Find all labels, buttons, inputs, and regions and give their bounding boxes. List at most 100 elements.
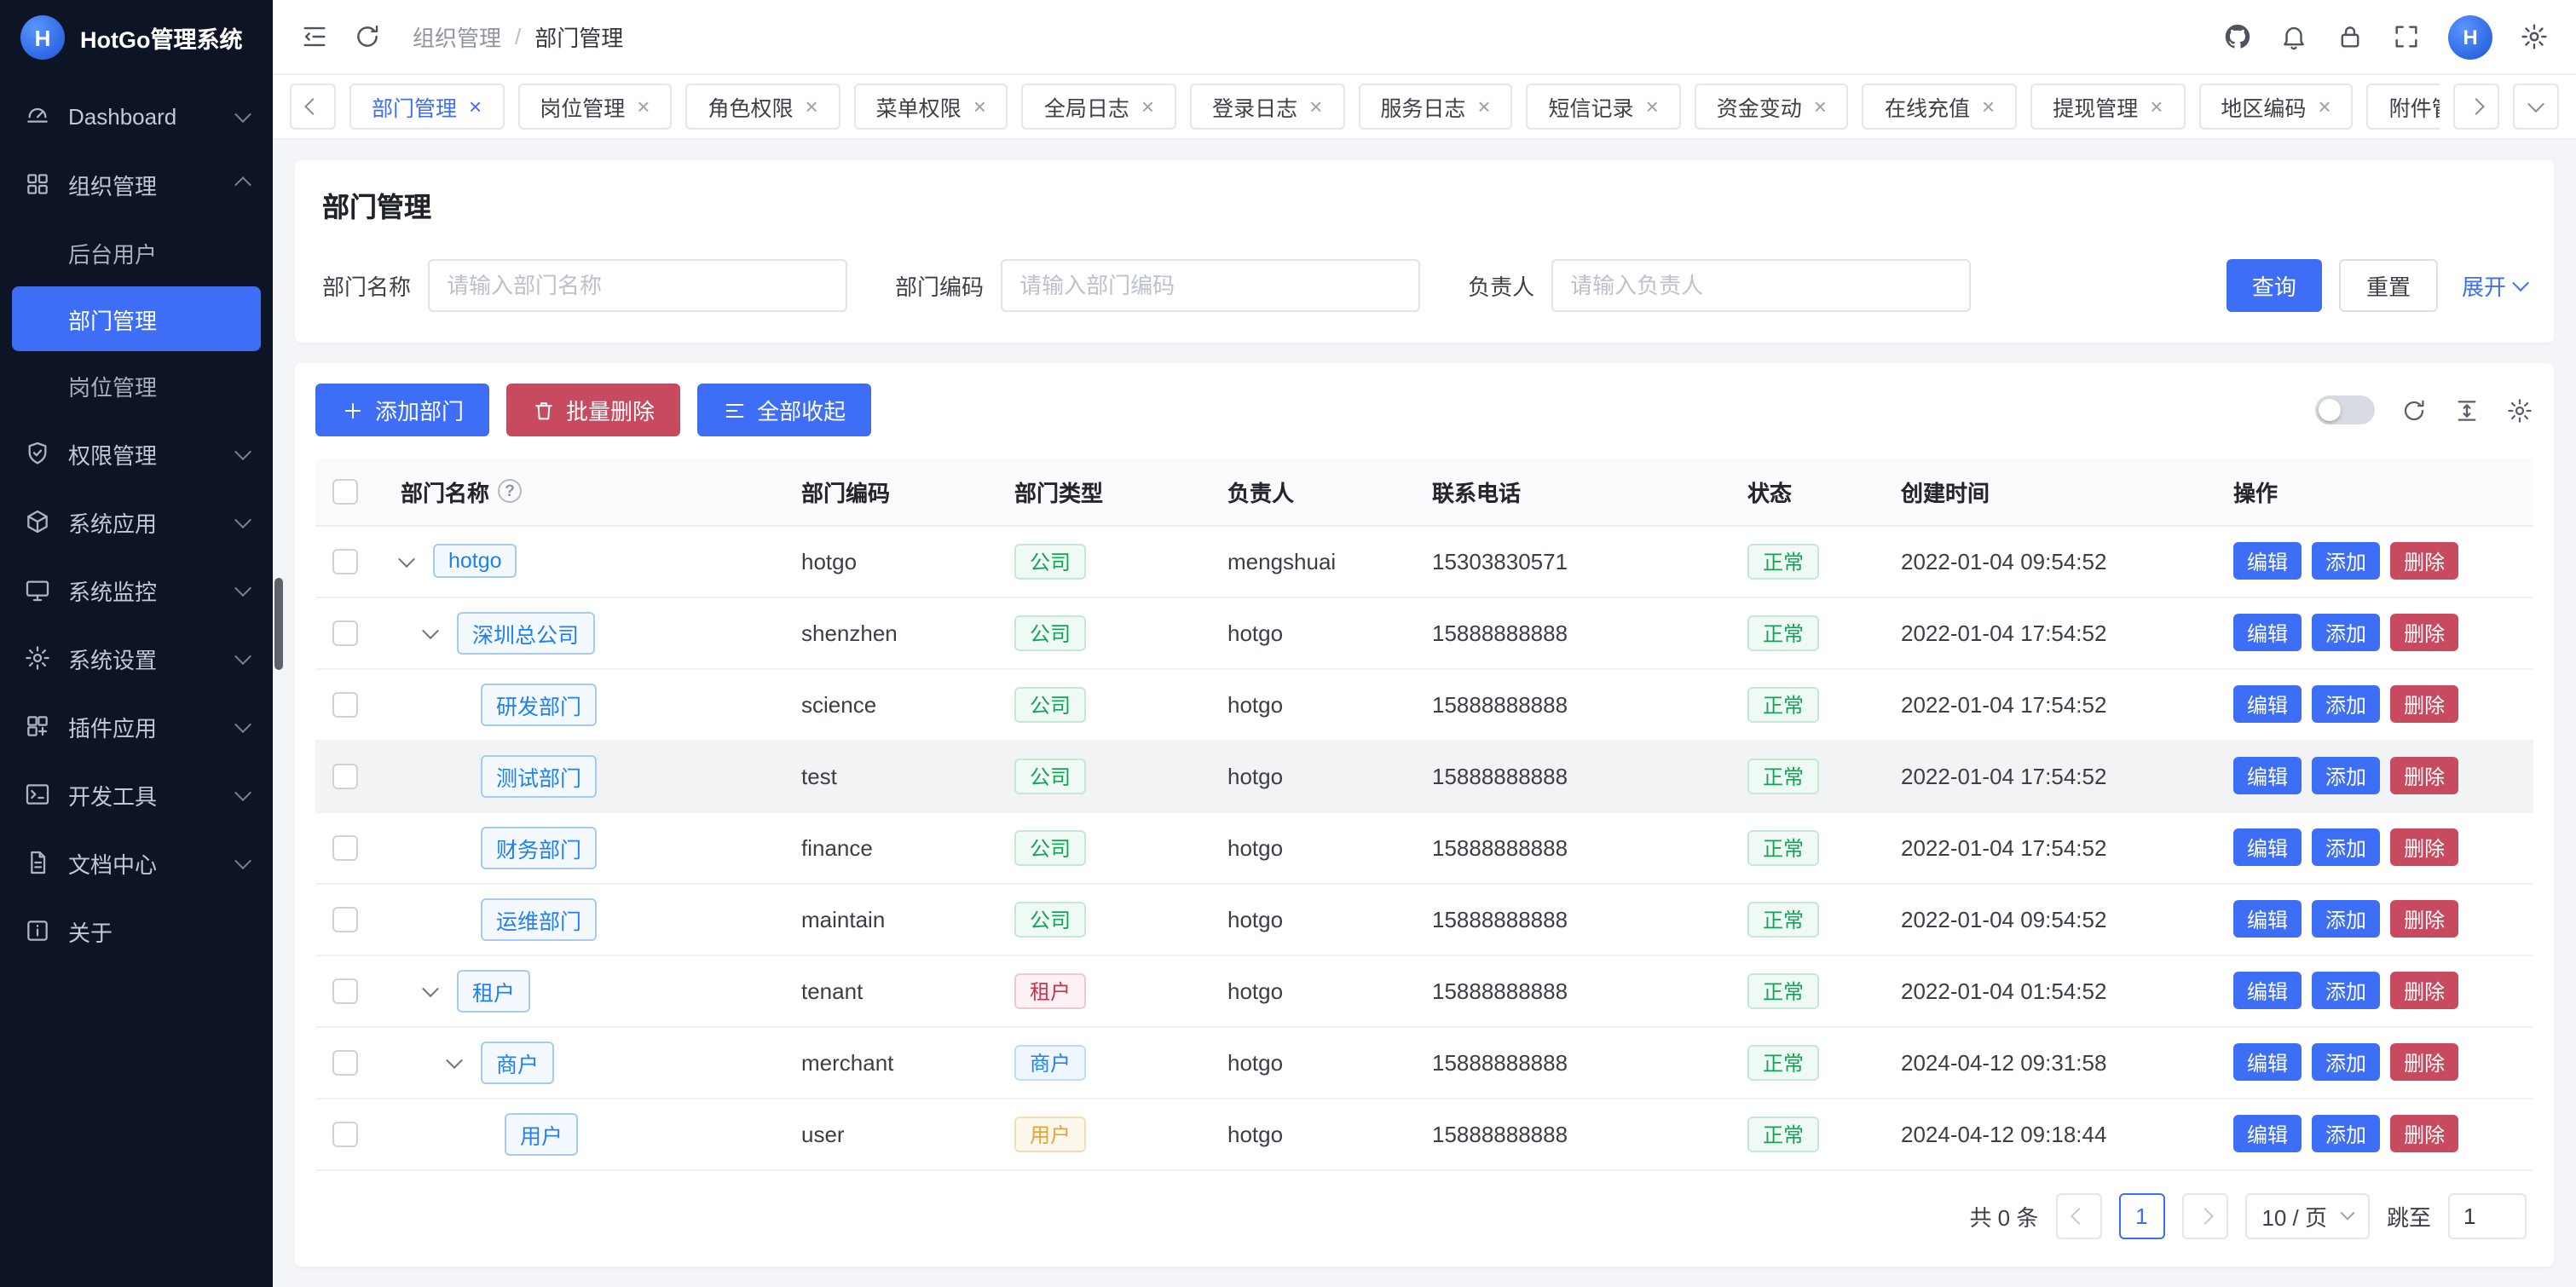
add-button[interactable]: 添加 bbox=[2312, 1043, 2380, 1081]
row-checkbox[interactable] bbox=[332, 1050, 358, 1076]
delete-button[interactable]: 删除 bbox=[2390, 1115, 2458, 1152]
tab-close-icon[interactable]: × bbox=[2150, 95, 2163, 118]
sidebar-subitem[interactable]: 部门管理 bbox=[12, 286, 261, 351]
add-department-button[interactable]: 添加部门 bbox=[315, 384, 489, 436]
sidebar-item[interactable]: 文档中心 bbox=[0, 828, 273, 897]
app-logo[interactable]: H HotGo管理系统 bbox=[0, 0, 273, 75]
expand-link[interactable]: 展开 bbox=[2462, 269, 2527, 302]
search-input[interactable] bbox=[1001, 259, 1420, 312]
tab[interactable]: 地区编码× bbox=[2198, 84, 2353, 130]
tabs-menu-button[interactable] bbox=[2513, 84, 2559, 130]
tab[interactable]: 全局日志× bbox=[1022, 84, 1176, 130]
tab-close-icon[interactable]: × bbox=[805, 95, 817, 118]
sidebar-item[interactable]: Dashboard bbox=[0, 82, 273, 150]
sidebar-subitem[interactable]: 后台用户 bbox=[12, 220, 261, 285]
sidebar-item[interactable]: 开发工具 bbox=[0, 760, 273, 828]
expand-chevron-icon[interactable] bbox=[422, 979, 439, 996]
search-input[interactable] bbox=[428, 259, 847, 312]
tab[interactable]: 短信记录× bbox=[1527, 84, 1681, 130]
tab-close-icon[interactable]: × bbox=[1141, 95, 1154, 118]
scrollbar-thumb[interactable] bbox=[274, 578, 283, 670]
row-checkbox[interactable] bbox=[332, 620, 358, 646]
sidebar-item[interactable]: 关于 bbox=[0, 897, 273, 965]
delete-button[interactable]: 删除 bbox=[2390, 828, 2458, 866]
row-checkbox[interactable] bbox=[332, 907, 358, 932]
row-checkbox[interactable] bbox=[332, 835, 358, 861]
edit-button[interactable]: 编辑 bbox=[2233, 685, 2302, 723]
sidebar-item[interactable]: 系统应用 bbox=[0, 488, 273, 556]
edit-button[interactable]: 编辑 bbox=[2233, 1043, 2302, 1081]
edit-button[interactable]: 编辑 bbox=[2233, 900, 2302, 938]
department-name-chip[interactable]: 商户 bbox=[481, 1041, 554, 1083]
tab-close-icon[interactable]: × bbox=[1309, 95, 1322, 118]
delete-button[interactable]: 删除 bbox=[2390, 1043, 2458, 1081]
tab[interactable]: 服务日志× bbox=[1358, 84, 1512, 130]
prev-page-button[interactable] bbox=[2055, 1192, 2101, 1238]
department-name-chip[interactable]: 深圳总公司 bbox=[457, 611, 594, 654]
row-checkbox[interactable] bbox=[332, 978, 358, 1004]
tab[interactable]: 提现管理× bbox=[2030, 84, 2185, 130]
tab[interactable]: 登录日志× bbox=[1190, 84, 1344, 130]
row-checkbox[interactable] bbox=[332, 549, 358, 574]
collapse-all-button[interactable]: 全部收起 bbox=[697, 384, 871, 436]
sidebar-item[interactable]: 插件应用 bbox=[0, 692, 273, 760]
tab-close-icon[interactable]: × bbox=[973, 95, 986, 118]
delete-button[interactable]: 删除 bbox=[2390, 614, 2458, 651]
add-button[interactable]: 添加 bbox=[2312, 757, 2380, 794]
jump-input[interactable] bbox=[2448, 1192, 2527, 1238]
sidebar-item[interactable]: 组织管理 bbox=[0, 150, 273, 218]
github-icon[interactable] bbox=[2223, 22, 2252, 51]
department-name-chip[interactable]: 租户 bbox=[457, 969, 530, 1012]
delete-button[interactable]: 删除 bbox=[2390, 542, 2458, 580]
expand-chevron-icon[interactable] bbox=[422, 621, 439, 638]
delete-button[interactable]: 删除 bbox=[2390, 972, 2458, 1009]
department-name-chip[interactable]: 财务部门 bbox=[481, 826, 597, 869]
add-button[interactable]: 添加 bbox=[2312, 972, 2380, 1009]
collapse-menu-icon[interactable] bbox=[300, 22, 329, 51]
edit-button[interactable]: 编辑 bbox=[2233, 972, 2302, 1009]
settings-icon[interactable] bbox=[2520, 22, 2549, 51]
department-name-chip[interactable]: 测试部门 bbox=[481, 754, 597, 797]
delete-button[interactable]: 删除 bbox=[2390, 685, 2458, 723]
tabs-scroll-right-button[interactable] bbox=[2453, 84, 2499, 130]
search-input[interactable] bbox=[1551, 259, 1971, 312]
expand-chevron-icon[interactable] bbox=[398, 550, 415, 567]
tab[interactable]: 部门管理× bbox=[349, 84, 504, 130]
edit-button[interactable]: 编辑 bbox=[2233, 1115, 2302, 1152]
expand-chevron-icon[interactable] bbox=[446, 1051, 463, 1068]
current-page-button[interactable]: 1 bbox=[2118, 1192, 2164, 1238]
next-page-button[interactable] bbox=[2181, 1192, 2227, 1238]
row-checkbox[interactable] bbox=[332, 1122, 358, 1147]
edit-button[interactable]: 编辑 bbox=[2233, 542, 2302, 580]
tab[interactable]: 菜单权限× bbox=[854, 84, 1008, 130]
sidebar-item[interactable]: 系统设置 bbox=[0, 624, 273, 692]
delete-button[interactable]: 删除 bbox=[2390, 757, 2458, 794]
bell-icon[interactable] bbox=[2279, 22, 2308, 51]
tab[interactable]: 在线充值× bbox=[1863, 84, 2017, 130]
add-button[interactable]: 添加 bbox=[2312, 828, 2380, 866]
sidebar-subitem[interactable]: 岗位管理 bbox=[12, 353, 261, 418]
tab-close-icon[interactable]: × bbox=[1814, 95, 1827, 118]
lock-icon[interactable] bbox=[2336, 22, 2365, 51]
add-button[interactable]: 添加 bbox=[2312, 614, 2380, 651]
tab[interactable]: 角色权限× bbox=[685, 84, 840, 130]
reload-table-icon[interactable] bbox=[2400, 396, 2428, 424]
department-name-chip[interactable]: 研发部门 bbox=[481, 683, 597, 725]
sidebar-item[interactable]: 系统监控 bbox=[0, 556, 273, 624]
fullscreen-icon[interactable] bbox=[2392, 22, 2421, 51]
add-button[interactable]: 添加 bbox=[2312, 1115, 2380, 1152]
page-size-select[interactable]: 10 / 页 bbox=[2244, 1192, 2370, 1238]
add-button[interactable]: 添加 bbox=[2312, 685, 2380, 723]
breadcrumb-parent[interactable]: 组织管理 bbox=[413, 20, 501, 53]
department-name-chip[interactable]: hotgo bbox=[433, 544, 517, 578]
edit-button[interactable]: 编辑 bbox=[2233, 828, 2302, 866]
tab[interactable]: 附件管理× bbox=[2367, 84, 2440, 130]
edit-button[interactable]: 编辑 bbox=[2233, 614, 2302, 651]
add-button[interactable]: 添加 bbox=[2312, 542, 2380, 580]
refresh-icon[interactable] bbox=[353, 22, 382, 51]
table-toggle-switch[interactable] bbox=[2315, 395, 2375, 424]
tab-close-icon[interactable]: × bbox=[469, 95, 482, 118]
batch-delete-button[interactable]: 批量删除 bbox=[506, 384, 680, 436]
row-checkbox[interactable] bbox=[332, 692, 358, 718]
tab-close-icon[interactable]: × bbox=[637, 95, 650, 118]
